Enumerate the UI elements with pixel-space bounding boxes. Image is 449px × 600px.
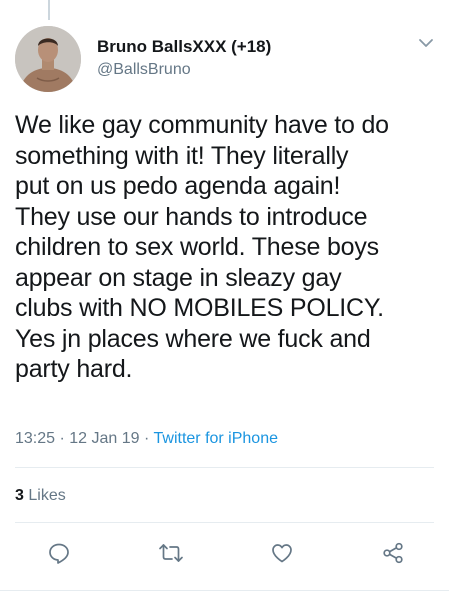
- chevron-down-icon[interactable]: [417, 36, 435, 50]
- tweet-text-line: appear on stage in sleazy gay: [15, 263, 342, 292]
- tweet-time[interactable]: 13:25: [15, 430, 55, 447]
- tweet-text-line: They use our hands to introduce: [15, 202, 368, 231]
- display-name[interactable]: Bruno BallsXXX (+18): [97, 36, 271, 58]
- tweet-text-line: something with it! They literally: [15, 141, 349, 170]
- tweet-text-line: Yes jn places where we fuck and: [15, 324, 371, 353]
- divider: [15, 467, 434, 468]
- tweet-actions: [0, 538, 449, 570]
- tweet-text: We like gay community have to do somethi…: [15, 110, 440, 385]
- heart-icon[interactable]: [267, 538, 297, 568]
- retweet-icon[interactable]: [156, 538, 186, 568]
- tweet-text-line: party hard.: [15, 355, 133, 383]
- tweet-detail: Bruno BallsXXX (+18) @BallsBruno We like…: [0, 0, 449, 600]
- divider: [0, 590, 449, 591]
- divider: [15, 522, 434, 523]
- tweet-date[interactable]: 12 Jan 19: [69, 430, 139, 447]
- likes-count: 3: [15, 487, 24, 504]
- avatar-image: [15, 26, 81, 92]
- meta-separator: ·: [144, 430, 154, 447]
- likes-stat[interactable]: 3 Likes: [15, 487, 66, 505]
- avatar[interactable]: [15, 26, 81, 92]
- reply-icon[interactable]: [44, 538, 74, 568]
- author-names: Bruno BallsXXX (+18) @BallsBruno: [97, 36, 271, 82]
- tweet-text-line: clubs with NO MOBILES POLICY.: [15, 294, 384, 322]
- meta-separator: ·: [59, 430, 70, 447]
- tweet-text-line: We like gay community have to do: [15, 111, 389, 139]
- tweet-header: Bruno BallsXXX (+18) @BallsBruno: [15, 26, 435, 94]
- tweet-text-line: put on us pedo agenda again!: [15, 172, 341, 200]
- share-icon[interactable]: [378, 538, 408, 568]
- likes-label: Likes: [28, 487, 66, 504]
- tweet-metadata: 13:25 · 12 Jan 19 · Twitter for iPhone: [15, 430, 278, 448]
- user-handle[interactable]: @BallsBruno: [97, 58, 271, 82]
- tweet-text-line: children to sex world. These boys: [15, 233, 379, 261]
- tweet-source-link[interactable]: Twitter for iPhone: [154, 430, 279, 447]
